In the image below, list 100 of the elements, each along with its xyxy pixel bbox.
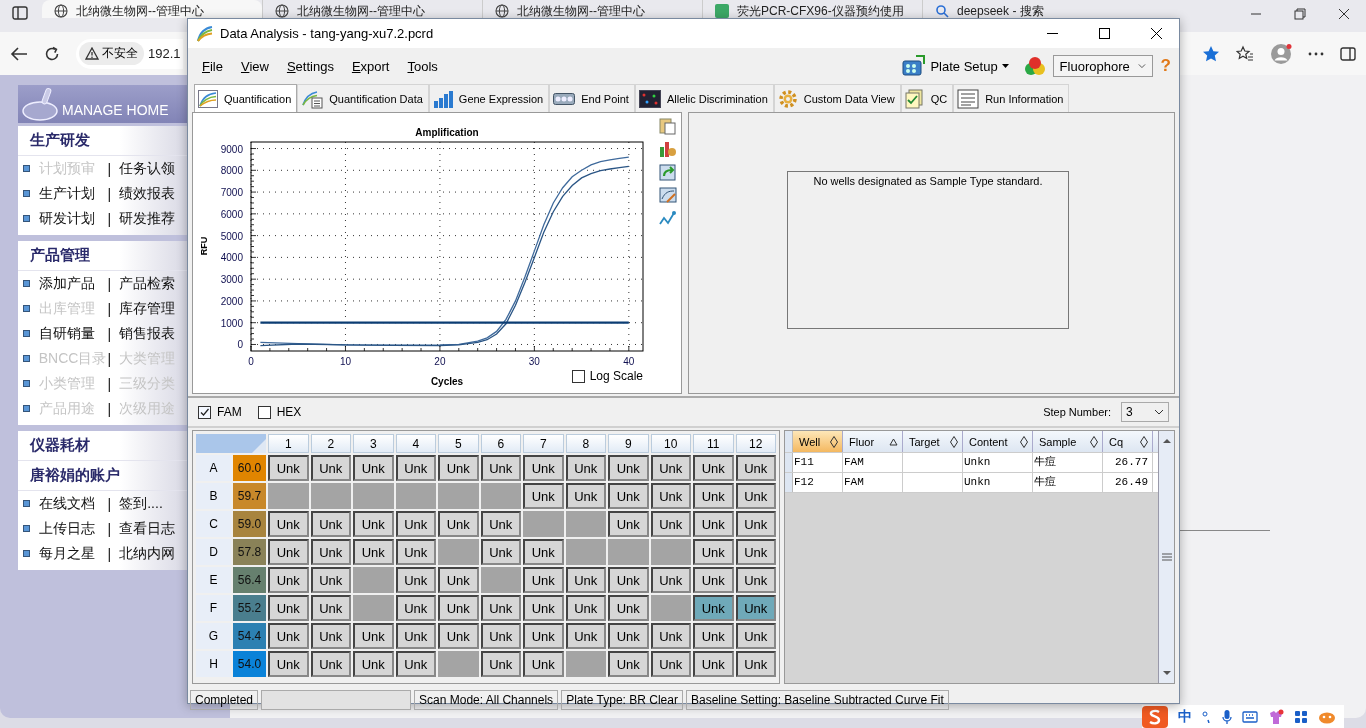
keyboard-icon[interactable] (1242, 710, 1258, 723)
row-selector[interactable] (785, 453, 793, 472)
well[interactable]: Unk (480, 539, 521, 565)
well[interactable]: Unk (693, 567, 734, 593)
microphone-icon[interactable] (1222, 708, 1232, 725)
well[interactable]: Unk (608, 511, 649, 537)
menu-link[interactable]: 签到.... (119, 494, 188, 513)
punctuation-icon[interactable] (1202, 710, 1212, 723)
well[interactable]: Unk (395, 623, 436, 649)
colored-balls-icon[interactable] (1022, 55, 1047, 77)
column-header[interactable]: Fluor (843, 431, 903, 452)
well[interactable]: Unk (693, 623, 734, 649)
well[interactable]: Unk (608, 651, 649, 677)
column-header[interactable]: Target (903, 431, 963, 452)
column-header[interactable]: Cq (1103, 431, 1153, 452)
well[interactable]: Unk (735, 483, 776, 509)
well[interactable]: Unk (395, 539, 436, 565)
restore-icon[interactable] (1294, 8, 1306, 20)
well[interactable]: Unk (310, 511, 351, 537)
well[interactable]: Unk (395, 567, 436, 593)
well[interactable]: Unk (693, 539, 734, 565)
grid-icon[interactable] (1294, 709, 1308, 724)
menu-link[interactable]: 在线文档 (38, 494, 108, 513)
skin-icon[interactable] (1268, 708, 1284, 725)
plate-setup-button[interactable]: Plate Setup (898, 53, 1013, 79)
avatar-icon[interactable] (1270, 42, 1292, 65)
well[interactable]: Unk (438, 455, 479, 481)
tab[interactable]: Quantification (194, 84, 298, 112)
chart-settings-icon[interactable] (659, 140, 677, 158)
well[interactable]: Unk (395, 511, 436, 537)
ime-logo-icon[interactable] (1142, 705, 1168, 728)
menu-link[interactable]: 生产计划 (38, 184, 108, 203)
fluorophore-select[interactable]: Fluorophore (1052, 55, 1153, 77)
well[interactable]: Unk (480, 455, 521, 481)
well[interactable]: Unk (523, 623, 564, 649)
well[interactable]: Unk (523, 455, 564, 481)
browser-tab[interactable]: 北纳微生物网--管理中心 (42, 0, 262, 18)
back-arrow-icon[interactable] (10, 45, 28, 62)
menu-link[interactable]: 销售报表 (119, 324, 188, 343)
well[interactable]: Unk (565, 623, 606, 649)
well[interactable]: Unk (608, 483, 649, 509)
vertical-scrollbar[interactable] (1158, 431, 1174, 683)
well[interactable]: Unk (693, 483, 734, 509)
well[interactable]: Unk (565, 595, 606, 621)
menu-link[interactable]: 产品检索 (119, 274, 188, 293)
security-badge[interactable]: 不安全 (79, 42, 144, 65)
chart-edit-icon[interactable] (659, 186, 677, 204)
well[interactable]: Unk (693, 651, 734, 677)
well[interactable]: Unk (268, 567, 309, 593)
menu-item[interactable]: Settings (280, 55, 342, 77)
well[interactable]: Unk (395, 651, 436, 677)
well[interactable]: Unk (268, 539, 309, 565)
well[interactable]: Unk (310, 595, 351, 621)
well[interactable]: Unk (480, 651, 521, 677)
tab[interactable]: Allelic Discrimination (634, 84, 774, 112)
well[interactable]: Unk (650, 483, 691, 509)
well[interactable]: Unk (438, 623, 479, 649)
well[interactable]: Unk (310, 567, 351, 593)
sidebar-toggle-icon[interactable] (12, 6, 28, 20)
export-icon[interactable] (659, 163, 677, 181)
well[interactable]: Unk (565, 455, 606, 481)
fluor-checkbox[interactable]: HEX (257, 405, 302, 419)
well[interactable]: Unk (523, 567, 564, 593)
more-icon[interactable] (1308, 51, 1324, 56)
tab[interactable]: Gene Expression (428, 84, 550, 112)
well[interactable]: Unk (268, 511, 309, 537)
menu-item[interactable]: Export (345, 55, 398, 77)
well[interactable]: Unk (353, 455, 394, 481)
well[interactable]: Unk (268, 455, 309, 481)
well[interactable]: Unk (480, 595, 521, 621)
well[interactable]: Unk (735, 595, 776, 621)
well[interactable]: Unk (310, 539, 351, 565)
column-header[interactable]: Content (963, 431, 1033, 452)
well[interactable]: Unk (650, 455, 691, 481)
tab[interactable]: QC (900, 84, 954, 112)
well[interactable]: Unk (693, 455, 734, 481)
favorites-icon[interactable] (1236, 44, 1254, 63)
menu-item[interactable]: View (234, 55, 277, 77)
menu-item[interactable]: File (196, 55, 231, 77)
star-icon[interactable] (1202, 44, 1220, 63)
well[interactable]: Unk (480, 511, 521, 537)
well[interactable]: Unk (693, 511, 734, 537)
well[interactable]: Unk (650, 651, 691, 677)
well[interactable]: Unk (608, 567, 649, 593)
tab[interactable]: End Point (549, 84, 635, 112)
well[interactable]: Unk (523, 595, 564, 621)
menu-link[interactable]: 查看日志 (119, 519, 188, 538)
well[interactable]: Unk (735, 511, 776, 537)
menu-link[interactable]: 绩效报表 (119, 184, 188, 203)
well[interactable]: Unk (523, 483, 564, 509)
well[interactable]: Unk (565, 483, 606, 509)
well[interactable]: Unk (608, 623, 649, 649)
well[interactable]: Unk (353, 651, 394, 677)
well[interactable]: Unk (268, 595, 309, 621)
row-selector[interactable] (785, 473, 793, 492)
well[interactable]: Unk (395, 595, 436, 621)
well[interactable]: Unk (438, 567, 479, 593)
well[interactable]: Unk (735, 567, 776, 593)
well[interactable]: Unk (735, 623, 776, 649)
menu-link[interactable]: 上传日志 (38, 519, 108, 538)
